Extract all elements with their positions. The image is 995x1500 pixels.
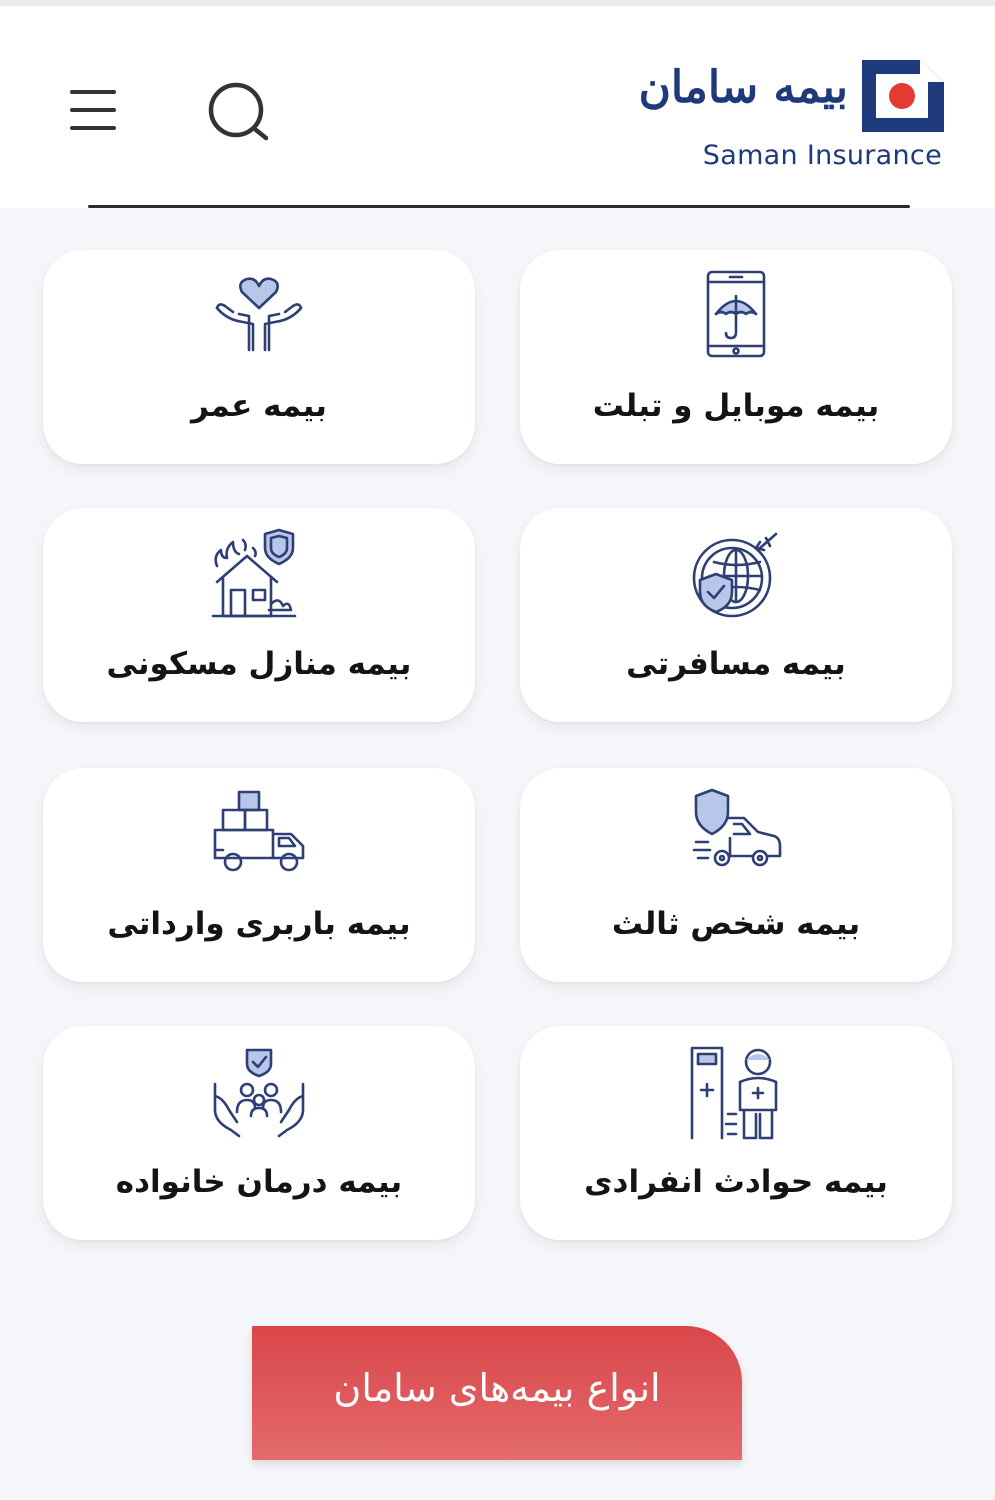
globe-shield-plane-icon	[692, 532, 778, 618]
hands-heart-icon	[215, 277, 303, 352]
header-divider	[88, 205, 910, 208]
hamburger-menu-button[interactable]	[62, 84, 124, 136]
card-third-party-insurance[interactable]: بیمه شخص ثالث	[520, 768, 952, 982]
logo-mark-icon	[862, 60, 944, 132]
card-label: بیمه مسافرتی	[626, 646, 846, 682]
family-care-icon	[213, 1048, 305, 1138]
card-personal-accident-insurance[interactable]: بیمه حوادث انفرادی	[520, 1026, 952, 1240]
menu-line	[70, 126, 116, 130]
card-label: بیمه شخص ثالث	[611, 906, 861, 942]
menu-line	[70, 90, 116, 94]
card-label: بیمه حوادث انفرادی	[584, 1164, 888, 1200]
saman-insurance-types-button[interactable]: انواع بیمه‌های سامان	[252, 1326, 742, 1460]
card-cargo-import-insurance[interactable]: بیمه باربری وارداتی	[43, 768, 475, 982]
car-shield-icon	[692, 788, 782, 867]
card-label: بیمه منازل مسکونی	[106, 646, 412, 682]
injured-person-icon	[690, 1046, 778, 1140]
cargo-truck-icon	[213, 790, 305, 872]
logo-persian-text: بیمه سامان	[638, 62, 849, 113]
card-home-insurance[interactable]: بیمه منازل مسکونی	[43, 508, 475, 722]
card-life-insurance[interactable]: بیمه عمر	[43, 250, 475, 464]
card-label: بیمه عمر	[191, 388, 327, 424]
brand-logo[interactable]: بیمه سامان Saman Insurance	[639, 54, 944, 184]
menu-line	[70, 108, 116, 112]
cta-label: انواع بیمه‌های سامان	[333, 1366, 661, 1410]
search-button[interactable]	[204, 80, 276, 148]
card-label: بیمه باربری وارداتی	[107, 906, 411, 942]
card-travel-insurance[interactable]: بیمه مسافرتی	[520, 508, 952, 722]
app-header: بیمه سامان Saman Insurance	[0, 6, 995, 208]
card-mobile-tablet-insurance[interactable]: بیمه موبایل و تبلت	[520, 250, 952, 464]
search-icon	[208, 82, 269, 141]
card-label: بیمه درمان خانواده	[115, 1164, 403, 1200]
house-fire-shield-icon	[211, 528, 297, 618]
card-label: بیمه موبایل و تبلت	[592, 388, 880, 424]
card-family-health-insurance[interactable]: بیمه درمان خانواده	[43, 1026, 475, 1240]
phone-umbrella-icon	[706, 270, 766, 358]
logo-english-text: Saman Insurance	[702, 140, 942, 171]
